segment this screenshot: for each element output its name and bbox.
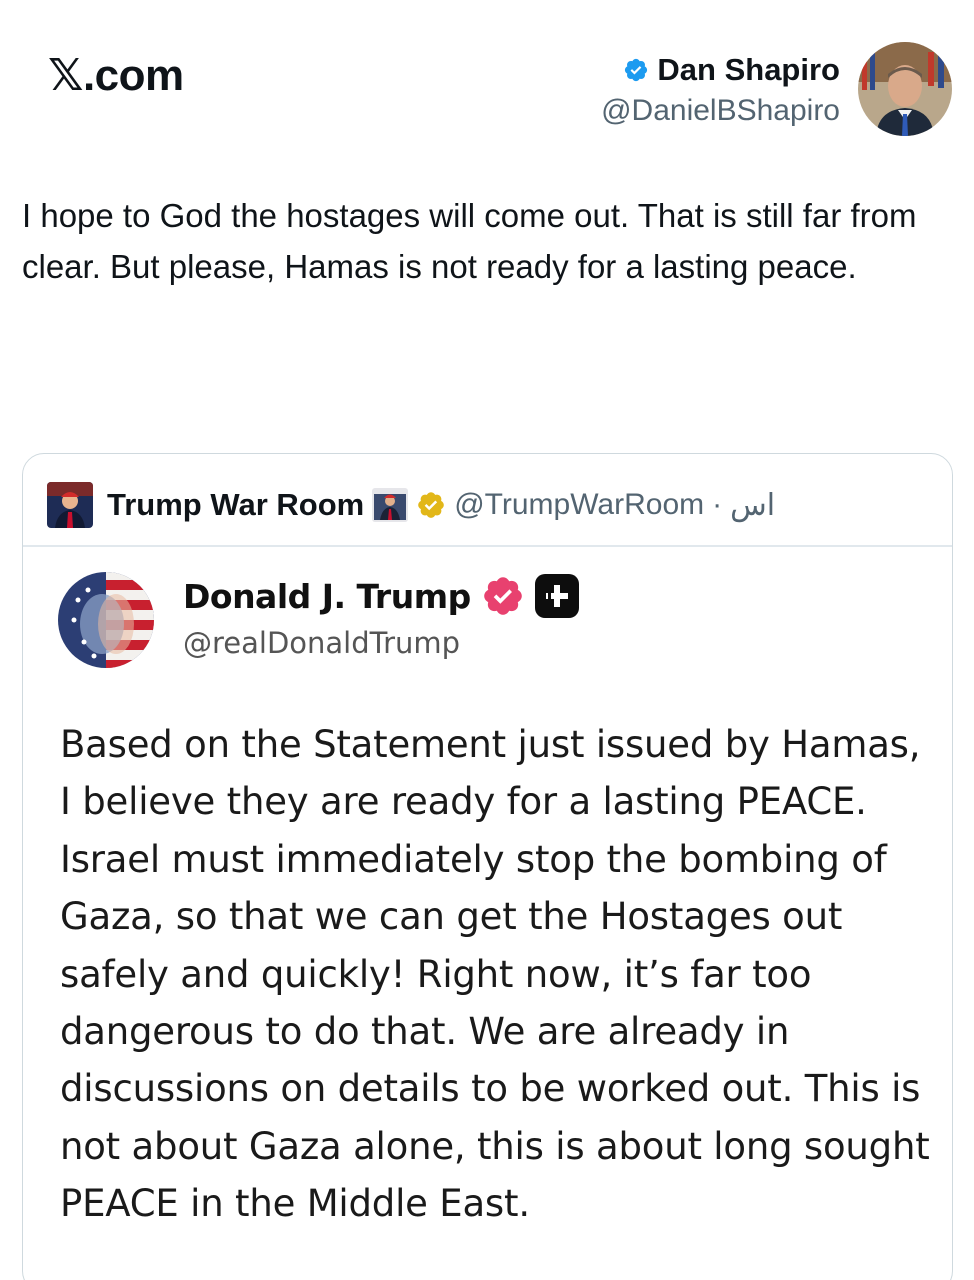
trump-emoji-icon xyxy=(372,488,409,522)
author-block[interactable]: Dan Shapiro @DanielBShapiro xyxy=(601,52,840,128)
truth-handle: @realDonaldTrump xyxy=(183,626,461,660)
plus-badge-icon xyxy=(534,574,579,618)
truth-social-screenshot: Donald J. Trump @realDonaldTrump Based o… xyxy=(23,546,952,1280)
blue-check-icon xyxy=(625,58,648,82)
quote-header: Trump War Room @TrumpWarRoom · اس xyxy=(47,482,932,528)
gold-check-icon xyxy=(418,492,445,518)
truth-name: Donald J. Trump xyxy=(183,576,471,616)
quote-handle[interactable]: @TrumpWarRoom xyxy=(454,488,704,522)
author-handle[interactable]: @DanielBShapiro xyxy=(601,94,840,128)
quote-name[interactable]: Trump War Room xyxy=(107,487,364,523)
quote-avatar[interactable] xyxy=(47,482,93,528)
truth-avatar xyxy=(58,572,154,668)
tweet-text: I hope to God the hostages will come out… xyxy=(22,197,917,285)
quoted-tweet[interactable]: Trump War Room @TrumpWarRoom · اس Donald… xyxy=(22,453,953,1280)
pink-check-icon xyxy=(483,577,522,615)
separator-dot: · xyxy=(712,488,723,521)
site-logo[interactable]: 𝕏.com xyxy=(48,50,184,101)
quote-timestamp[interactable]: اس xyxy=(730,488,775,523)
author-name[interactable]: Dan Shapiro xyxy=(657,52,840,88)
truth-post-text: Based on the Statement just issued by Ha… xyxy=(60,723,930,1226)
author-avatar[interactable] xyxy=(858,42,952,136)
